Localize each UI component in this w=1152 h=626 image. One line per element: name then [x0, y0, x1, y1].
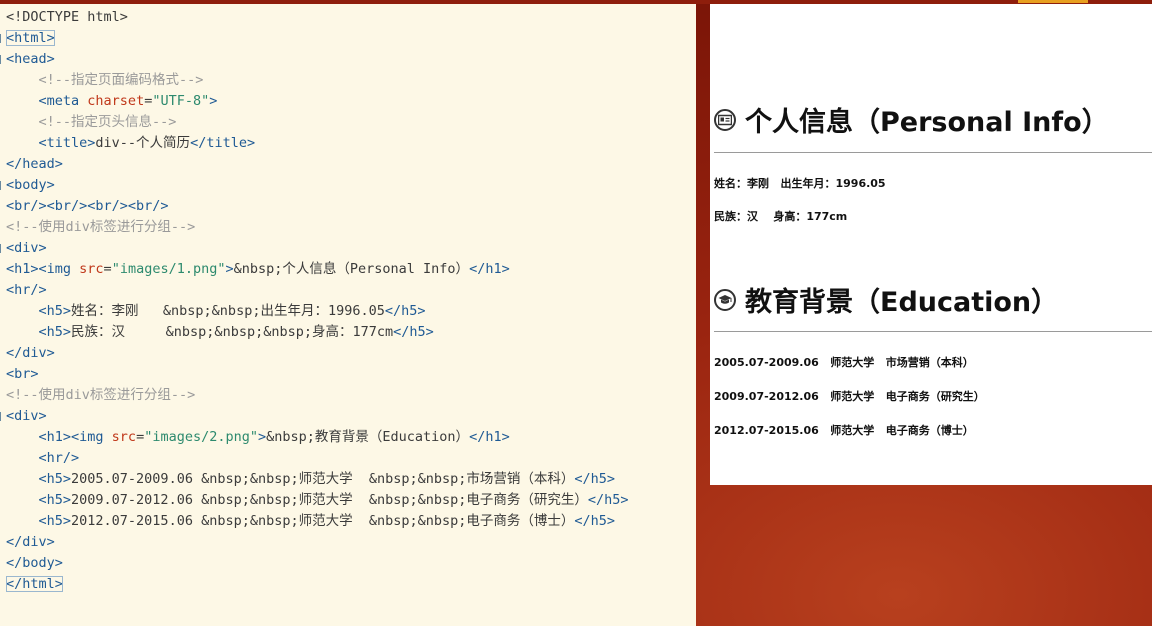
code-token: </h5> — [393, 324, 434, 340]
code-token: <title> — [38, 135, 96, 151]
personal-info-heading: 个人信息（Personal Info） — [745, 107, 1109, 138]
code-token: </html> — [6, 576, 63, 592]
code-token: </head> — [6, 156, 63, 172]
code-token: charset — [87, 93, 145, 109]
code-token: "images/1.png" — [111, 261, 226, 277]
education-heading: 教育背景（Education） — [745, 287, 1059, 318]
name-birth-line: 姓名：李刚 出生年月：1996.05 — [714, 177, 886, 190]
code-token: <div> — [6, 240, 47, 256]
ethnic-height-line: 民族：汉 身高：177cm — [714, 210, 848, 223]
code-token: 2009.07-2012.06 &nbsp;&nbsp;师范大学 &nbsp;&… — [71, 492, 588, 508]
section-divider — [714, 152, 1152, 153]
code-token: </h5> — [384, 303, 426, 319]
code-token: 民族：汉 &nbsp;&nbsp;&nbsp;身高：177cm — [71, 324, 394, 340]
code-token: </title> — [190, 135, 256, 151]
code-token: </div> — [6, 345, 55, 361]
code-token: <!--指定页头信息--> — [6, 114, 177, 130]
code-token: <!--指定页面编码格式--> — [6, 72, 204, 88]
section-divider — [714, 331, 1152, 332]
code-token: > — [258, 429, 267, 445]
education-entry: 2009.07-2012.06 师范大学 电子商务（研究生） — [714, 390, 985, 403]
education-entry: 2012.07-2015.06 师范大学 电子商务（博士） — [714, 424, 974, 437]
code-token: "UTF-8" — [152, 93, 210, 109]
code-token: 2005.07-2009.06 &nbsp;&nbsp;师范大学 &nbsp;&… — [71, 471, 575, 487]
education-entry: 2005.07-2009.06 师范大学 市场营销（本科） — [714, 356, 974, 369]
code-token: <h5> — [38, 324, 72, 340]
code-token: <h5> — [38, 303, 72, 319]
graduation-cap-icon — [714, 288, 736, 311]
code-token: src — [79, 261, 104, 277]
code-token: "images/2.png" — [144, 429, 258, 445]
code-token: <!--使用div标签进行分组--> — [6, 387, 196, 403]
code-token: <html> — [6, 30, 55, 46]
code-token: > — [225, 261, 234, 277]
code-token: <h1><img — [6, 261, 80, 277]
code-token: <h5> — [38, 471, 72, 487]
code-token: <!--使用div标签进行分组--> — [6, 219, 196, 235]
code-token: <!DOCTYPE html> — [6, 9, 128, 25]
code-token: </div> — [6, 534, 55, 550]
code-token: 2012.07-2015.06 &nbsp;&nbsp;师范大学 &nbsp;&… — [71, 513, 575, 529]
code-token: </body> — [6, 555, 63, 571]
code-token: <h1><img — [38, 429, 112, 445]
code-token: <meta — [38, 93, 88, 109]
code-token: src — [111, 429, 137, 445]
education-heading-row: 教育背景（Education） — [714, 280, 1058, 319]
code-token: <body> — [6, 177, 55, 193]
code-token: <br> — [6, 366, 39, 382]
code-token: > — [209, 93, 218, 109]
code-token: div--个人简历 — [95, 135, 191, 151]
code-token: <h5> — [38, 513, 72, 529]
code-token: </h1> — [469, 429, 510, 445]
code-token: <div> — [6, 408, 47, 424]
code-token: </h5> — [587, 492, 629, 508]
code-token: <br/><br/><br/><br/> — [6, 198, 169, 214]
window-accent-bar — [1018, 0, 1088, 3]
code-token: 姓名：李刚 &nbsp;&nbsp;出生年月：1996.05 — [71, 303, 385, 319]
html-preview-pane: 个人信息（Personal Info） 姓名：李刚 出生年月：1996.05 民… — [710, 4, 1152, 485]
code-token: <hr/> — [38, 450, 80, 466]
code-token: </h5> — [574, 513, 616, 529]
code-token: </h5> — [574, 471, 616, 487]
code-editor[interactable]: <!DOCTYPE html> <html> <head> <!--指定页面编码格式… — [0, 4, 696, 626]
code-token: <head> — [6, 51, 55, 67]
code-token: <hr/> — [6, 282, 47, 298]
code-token: <h5> — [38, 492, 72, 508]
code-token: &nbsp;教育背景（Education） — [266, 429, 470, 445]
code-token: &nbsp;个人信息（Personal Info） — [233, 261, 470, 277]
code-token: = — [103, 261, 112, 277]
code-token: </h1> — [469, 261, 510, 277]
code-token: = — [136, 429, 145, 445]
personal-info-heading-row: 个人信息（Personal Info） — [714, 100, 1109, 139]
id-card-icon — [714, 108, 736, 131]
